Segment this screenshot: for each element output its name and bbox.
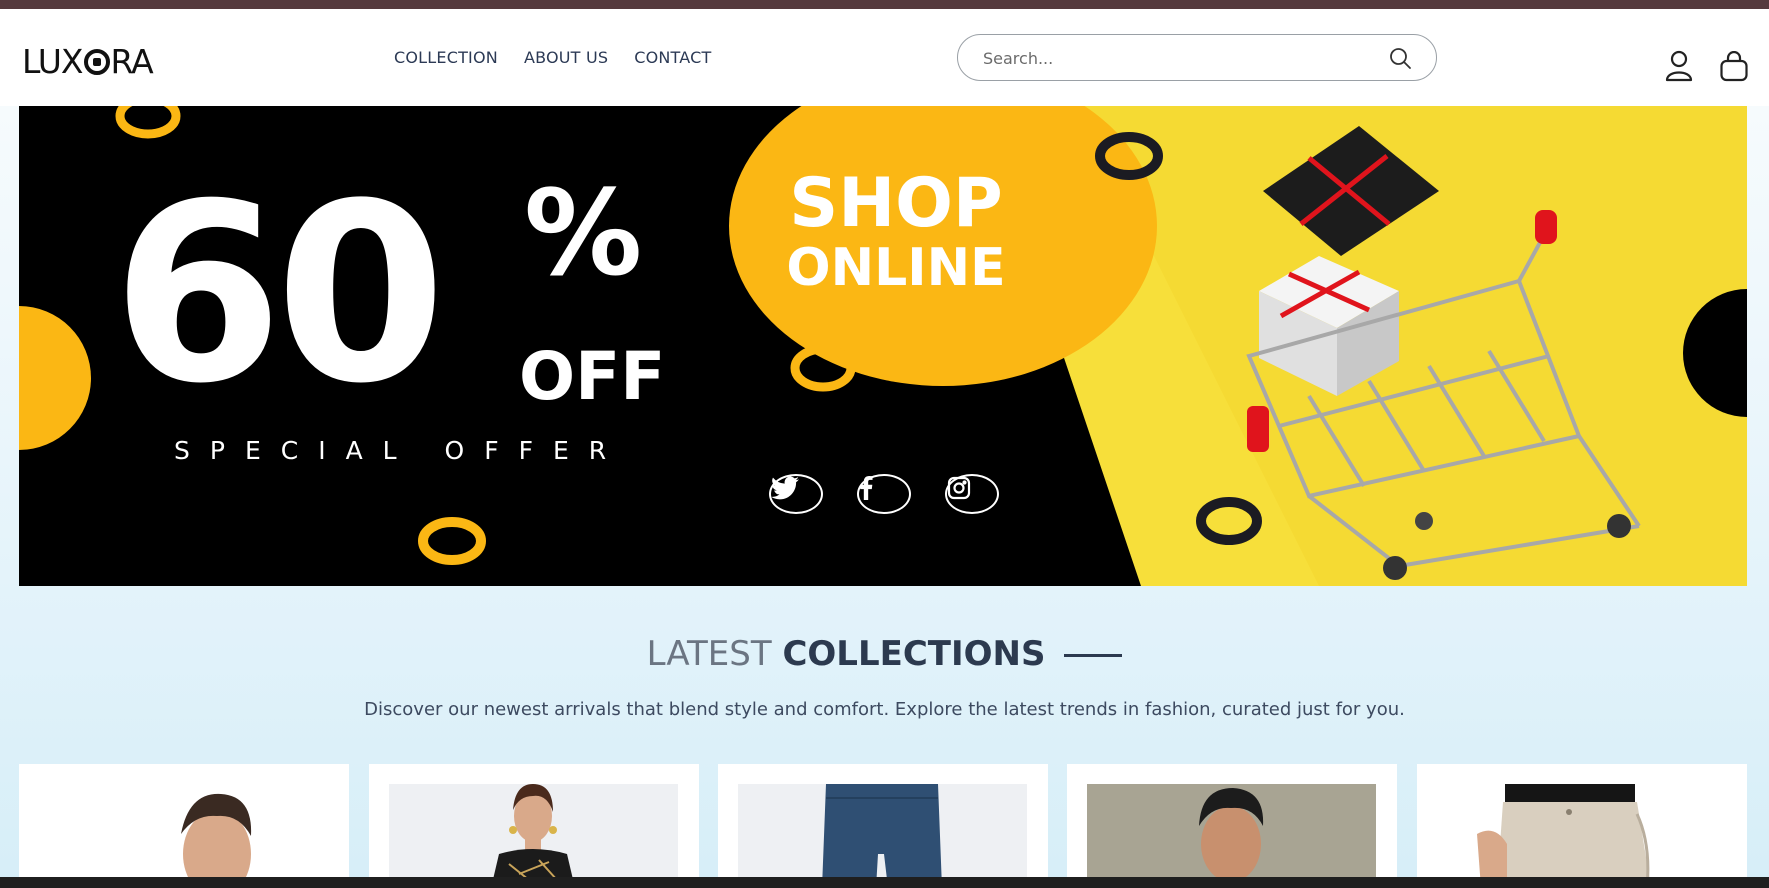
discount-number: 60 [112, 152, 446, 438]
shop-online-heading: SHOP ONLINE [731, 164, 1061, 298]
product-image-denim-shorts[interactable] [738, 784, 1027, 888]
product-image-man-sweater[interactable] [1087, 784, 1376, 888]
search-icon[interactable] [1388, 46, 1412, 70]
top-accent-bar [0, 0, 1769, 9]
nav-about-us[interactable]: ABOUT US [524, 48, 608, 67]
shop-line2: ONLINE [786, 238, 1006, 298]
latest-collections-heading: LATEST COLLECTIONS [0, 634, 1769, 674]
discount-off: OFF [519, 338, 666, 415]
collections-description: Discover our newest arrivals that blend … [364, 699, 1405, 720]
product-card[interactable] [1067, 764, 1397, 888]
os-taskbar [0, 877, 1769, 888]
special-offer-text: SPECIAL OFFER [174, 436, 627, 465]
logo-bag-o-icon [83, 48, 110, 75]
heading-underline [1064, 654, 1123, 657]
product-card[interactable] [19, 764, 349, 888]
luxora-logo[interactable]: LUX RA [22, 42, 154, 81]
search-input[interactable] [983, 47, 1363, 69]
product-image-man-portrait[interactable] [39, 784, 328, 888]
heading-bold: COLLECTIONS [782, 634, 1046, 674]
site-header: LUX RA COLLECTION ABOUT US CONTACT [0, 9, 1769, 106]
user-icon[interactable] [1665, 50, 1693, 82]
product-card[interactable] [718, 764, 1048, 888]
twitter-icon[interactable] [769, 474, 823, 514]
product-image-woman-dress[interactable] [389, 784, 678, 888]
discount-percent: % [524, 164, 643, 302]
shopping-bag-icon[interactable] [1719, 51, 1749, 82]
main-nav: COLLECTION ABOUT US CONTACT [394, 48, 712, 67]
product-card[interactable] [369, 764, 699, 888]
shop-line1: SHOP [789, 164, 1003, 243]
logo-text-left: LUX [22, 42, 84, 81]
nav-contact[interactable]: CONTACT [634, 48, 711, 67]
product-image-beige-pants[interactable] [1437, 784, 1726, 888]
logo-text-right: RA [110, 42, 154, 81]
facebook-icon[interactable] [857, 474, 911, 514]
heading-light: LATEST [646, 634, 772, 674]
nav-collection[interactable]: COLLECTION [394, 48, 498, 67]
instagram-icon[interactable] [945, 474, 999, 514]
promo-banner[interactable]: 60 % OFF SPECIAL OFFER SHOP ONLINE [19, 106, 1747, 586]
search-bar [957, 34, 1437, 81]
product-card[interactable] [1417, 764, 1747, 888]
